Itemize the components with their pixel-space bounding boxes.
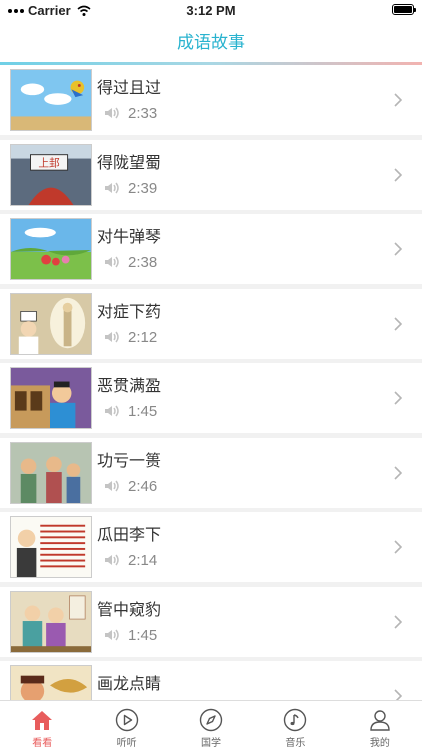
audio-icon: [105, 405, 119, 417]
chevron-right-icon: [394, 391, 402, 405]
story-row[interactable]: 瓜田李下 2:14: [0, 512, 422, 582]
story-thumbnail: [10, 590, 92, 653]
tab-guoxue[interactable]: 国学: [169, 701, 253, 750]
story-duration: 2:33: [128, 105, 158, 122]
story-row[interactable]: 功亏一篑 2:46: [0, 437, 422, 508]
page-title: 成语故事: [177, 33, 245, 53]
story-title: 得过且过: [97, 78, 162, 97]
story-title: 恶贯满盈: [97, 376, 162, 395]
chevron-right-icon: [394, 316, 402, 331]
tab-bar: 看看 听听 国学 音乐 我的: [0, 700, 422, 750]
music-icon: [284, 708, 307, 732]
story-list[interactable]: 得过且过 2:33 上邽 得陇望蜀 2:39 对牛弹琴 2:38 对症下药 2:…: [0, 65, 422, 700]
status-time: 3:12 PM: [186, 3, 236, 18]
compass-icon: [199, 708, 223, 732]
audio-icon: [105, 554, 119, 566]
chevron-right-icon: [394, 540, 402, 554]
tab-label: 国学: [201, 738, 222, 749]
tab-wode[interactable]: 我的: [338, 701, 422, 750]
battery-icon: [392, 4, 416, 15]
tab-label: 听听: [116, 738, 137, 749]
status-bar: Carrier 3:12 PM: [0, 0, 422, 22]
audio-icon: [105, 182, 119, 193]
story-thumbnail: [10, 292, 92, 355]
story-title: 管中窥豹: [97, 599, 162, 619]
story-row[interactable]: 上邽 得陇望蜀 2:39: [0, 139, 422, 210]
audio-icon: [105, 107, 119, 119]
story-thumbnail: [10, 516, 92, 578]
tab-label: 音乐: [285, 738, 306, 749]
story-title: 对牛弹琴: [97, 227, 162, 246]
story-duration: 2:46: [128, 477, 158, 495]
story-duration: 1:45: [128, 403, 158, 420]
story-duration: 2:39: [128, 179, 158, 197]
home-icon: [32, 711, 53, 730]
story-thumbnail: [10, 367, 92, 429]
story-duration: 2:14: [128, 552, 158, 569]
nav-bar: 成语故事: [0, 22, 422, 62]
story-thumbnail: [10, 69, 92, 131]
story-thumbnail: [10, 665, 92, 700]
story-title: 对症下药: [97, 301, 162, 321]
story-title: 得陇望蜀: [97, 152, 162, 172]
tab-label: 看看: [32, 738, 53, 749]
chevron-right-icon: [394, 93, 402, 107]
audio-icon: [105, 629, 119, 640]
story-row[interactable]: 对牛弹琴 2:38: [0, 214, 422, 284]
audio-icon: [105, 331, 119, 342]
story-thumbnail: 上邽: [10, 143, 92, 206]
story-thumbnail: [10, 441, 92, 504]
chevron-right-icon: [394, 689, 402, 700]
thumbnail-sign-text: 上邽: [38, 156, 60, 169]
story-thumbnail: [10, 218, 92, 280]
story-row[interactable]: 管中窥豹 1:45: [0, 586, 422, 657]
audio-icon: [105, 480, 119, 491]
tab-label: 我的: [369, 738, 390, 749]
story-duration: 2:12: [128, 328, 158, 346]
chevron-right-icon: [394, 465, 402, 480]
story-duration: 2:38: [128, 254, 158, 271]
chevron-right-icon: [394, 614, 402, 629]
person-icon: [370, 710, 390, 731]
story-row[interactable]: 得过且过 2:33: [0, 65, 422, 135]
story-duration: 1:45: [128, 626, 158, 644]
play-icon: [115, 708, 138, 732]
story-row[interactable]: 对症下药 2:12: [0, 288, 422, 359]
chevron-right-icon: [394, 242, 402, 256]
story-row[interactable]: 画龙点睛: [0, 661, 422, 700]
story-title: 功亏一篑: [97, 450, 162, 470]
story-title: 瓜田李下: [97, 525, 162, 544]
tab-tingting[interactable]: 听听: [84, 701, 168, 750]
story-row[interactable]: 恶贯满盈 1:45: [0, 363, 422, 433]
tab-yinyue[interactable]: 音乐: [253, 701, 337, 750]
story-title: 画龙点睛: [97, 674, 162, 693]
audio-icon: [105, 256, 119, 268]
tab-kankan[interactable]: 看看: [0, 701, 84, 750]
chevron-right-icon: [394, 167, 402, 182]
